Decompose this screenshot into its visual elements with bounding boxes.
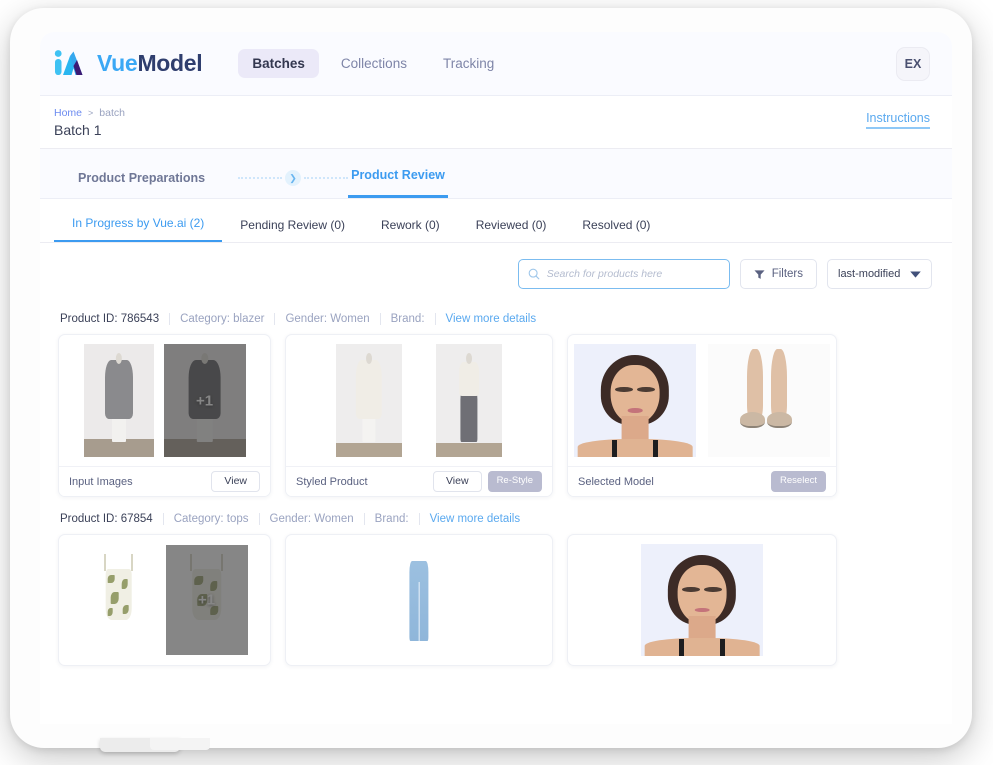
card-footer: Input Images View — [59, 466, 270, 496]
connector-dots-left — [238, 177, 282, 179]
toolbar: Filters last-modified — [40, 243, 952, 303]
tab-in-progress[interactable]: In Progress by Vue.ai (2) — [54, 216, 223, 242]
tab-pending-review[interactable]: Pending Review (0) — [222, 218, 363, 242]
product-gender: Gender: Women — [274, 313, 379, 325]
restyle-button[interactable]: Re-Style — [487, 470, 542, 493]
instructions-link[interactable]: Instructions — [866, 111, 930, 129]
view-more-details-link[interactable]: View more details — [418, 513, 520, 525]
step-product-review[interactable]: Product Review — [348, 168, 448, 198]
card-body — [286, 335, 552, 466]
product-id: Product ID: 786543 — [60, 313, 160, 325]
thumbnail-model-face[interactable] — [574, 344, 696, 457]
filter-icon — [754, 269, 765, 279]
product-brand: Brand: — [363, 513, 419, 525]
step-product-preparations[interactable]: Product Preparations — [78, 171, 238, 198]
product-card-row: +1 — [58, 534, 934, 666]
card-body: +1 — [59, 335, 270, 466]
search-box[interactable] — [517, 259, 730, 289]
nav-item-collections[interactable]: Collections — [327, 49, 421, 78]
card-selected-model: Selected Model Reselect — [567, 334, 837, 497]
product-category: Category: blazer — [169, 313, 274, 325]
reselect-button[interactable]: Reselect — [771, 471, 826, 492]
thumbnail-input-2[interactable]: +1 — [163, 344, 246, 457]
thumbnail-input-1[interactable] — [81, 545, 156, 655]
app-screen: VueModel Batches Collections Tracking EX… — [40, 32, 952, 724]
card-input-images: +1 — [58, 534, 271, 666]
card-body — [568, 335, 836, 466]
card-styled-product — [285, 534, 553, 666]
thumbnail-model-feet[interactable] — [708, 344, 830, 457]
top-navigation-bar: VueModel Batches Collections Tracking EX — [40, 32, 952, 96]
card-actions: Reselect — [771, 471, 826, 492]
nav-item-tracking[interactable]: Tracking — [429, 49, 508, 78]
search-icon — [528, 268, 540, 280]
chevron-right-icon: ❯ — [285, 170, 301, 186]
card-footer: Styled Product View Re-Style — [286, 466, 552, 496]
product-category: Category: tops — [162, 513, 259, 525]
view-more-details-link[interactable]: View more details — [434, 313, 536, 325]
tab-resolved[interactable]: Resolved (0) — [564, 218, 668, 242]
filters-button[interactable]: Filters — [739, 259, 817, 289]
card-body — [568, 535, 836, 665]
chevron-down-icon — [910, 270, 921, 278]
product-gender: Gender: Women — [258, 513, 364, 525]
avatar[interactable]: EX — [896, 46, 930, 81]
card-body — [286, 535, 552, 665]
card-label-selected-model: Selected Model — [578, 475, 654, 488]
filters-label: Filters — [771, 268, 803, 280]
product-meta: Product ID: 786543 Category: blazer Gend… — [58, 303, 934, 334]
breadcrumb-current: batch — [99, 107, 125, 119]
card-actions: View Re-Style — [432, 470, 542, 493]
breadcrumb-bar: Home > batch Batch 1 Instructions — [40, 96, 952, 149]
card-footer: Selected Model Reselect — [568, 466, 836, 496]
card-label-styled-product: Styled Product — [296, 475, 368, 488]
status-tabs: In Progress by Vue.ai (2) Pending Review… — [40, 199, 952, 243]
thumbnail-model-face[interactable] — [641, 544, 763, 656]
product-brand: Brand: — [379, 313, 435, 325]
breadcrumb-separator-icon: > — [88, 108, 94, 118]
sort-value: last-modified — [838, 268, 901, 280]
brand-name-model: Model — [137, 50, 203, 76]
view-button-styled-product[interactable]: View — [432, 470, 482, 493]
brand[interactable]: VueModel — [54, 49, 203, 79]
breadcrumb: Home > batch — [54, 107, 930, 119]
thumbnail-input-1[interactable] — [83, 344, 154, 457]
vuemodel-logo-icon — [54, 49, 83, 75]
thumbnail-styled-1[interactable] — [389, 546, 449, 654]
card-styled-product: Styled Product View Re-Style — [285, 334, 553, 497]
additional-images-badge: +1 — [195, 392, 214, 409]
tab-reviewed[interactable]: Reviewed (0) — [458, 218, 565, 242]
breadcrumb-home[interactable]: Home — [54, 107, 82, 119]
workflow-stepper: Product Preparations ❯ Product Review — [40, 149, 952, 199]
card-body: +1 — [59, 535, 270, 665]
card-selected-model — [567, 534, 837, 666]
thumbnail-styled-1[interactable] — [336, 344, 402, 457]
thumbnail-styled-2[interactable] — [436, 344, 502, 457]
card-label-input-images: Input Images — [69, 475, 133, 488]
connector-dots-right — [304, 177, 348, 179]
nav-items: Batches Collections Tracking — [238, 49, 508, 78]
product-id: Product ID: 67854 — [60, 513, 153, 525]
brand-name-vue: Vue — [97, 50, 138, 76]
product-card-row: +1 Input Images View Styled Product View… — [58, 334, 934, 497]
device-foot-inner — [150, 738, 210, 750]
search-input[interactable] — [546, 268, 720, 280]
additional-images-badge: +1 — [197, 591, 216, 609]
product-meta: Product ID: 67854 Category: tops Gender:… — [58, 497, 934, 534]
tab-rework[interactable]: Rework (0) — [363, 218, 458, 242]
step-connector: ❯ — [238, 168, 348, 188]
card-input-images: +1 Input Images View — [58, 334, 271, 497]
nav-item-batches[interactable]: Batches — [238, 49, 319, 78]
card-actions: View — [211, 470, 260, 493]
brand-name: VueModel — [97, 50, 203, 77]
view-button-input-images[interactable]: View — [211, 470, 260, 493]
page-title: Batch 1 — [54, 122, 102, 138]
thumbnail-input-2[interactable]: +1 — [165, 545, 248, 655]
sort-select[interactable]: last-modified — [827, 259, 932, 289]
product-list: Product ID: 786543 Category: blazer Gend… — [40, 303, 952, 666]
